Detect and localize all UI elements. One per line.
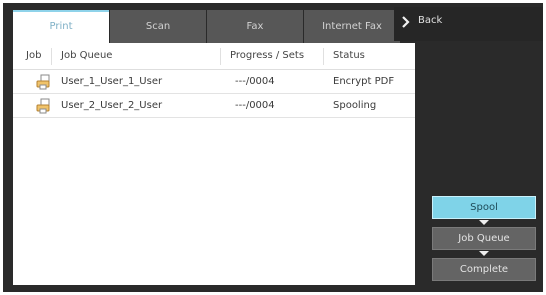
- tab-print[interactable]: Print: [13, 10, 109, 44]
- header-status: Status: [333, 50, 365, 61]
- job-queue-name: User_1_User_1_User: [61, 76, 163, 87]
- job-status: Spooling: [333, 100, 377, 111]
- spool-button[interactable]: Spool: [432, 196, 536, 219]
- complete-button[interactable]: Complete: [432, 258, 536, 281]
- table-row[interactable]: User_1_User_1_User ---/0004 Encrypt PDF: [13, 70, 415, 94]
- job-queue-table: Job Job Queue Progress / Sets Status Use…: [13, 43, 415, 285]
- job-progress: ---/0004: [235, 100, 275, 111]
- tab-internet-fax[interactable]: Internet Fax: [304, 10, 400, 43]
- table-header: Job Job Queue Progress / Sets Status: [13, 43, 415, 70]
- job-progress: ---/0004: [235, 76, 275, 87]
- job-status-screen: Print Scan Fax Internet Fax Back Job Job…: [3, 3, 543, 292]
- flow-arrow-icon: [479, 220, 489, 225]
- tab-fax[interactable]: Fax: [207, 10, 303, 43]
- column-divider: [51, 48, 52, 65]
- back-label: Back: [418, 15, 443, 26]
- print-job-icon: [36, 98, 50, 114]
- print-job-icon: [36, 74, 50, 90]
- header-job: Job: [26, 50, 42, 61]
- tab-scan[interactable]: Scan: [110, 10, 206, 43]
- column-divider: [220, 48, 221, 65]
- flow-arrow-icon: [479, 251, 489, 256]
- header-job-queue: Job Queue: [61, 50, 113, 61]
- column-divider: [323, 48, 324, 65]
- chevron-right-icon: [402, 16, 410, 28]
- job-status: Encrypt PDF: [333, 76, 395, 87]
- back-button[interactable]: Back: [394, 7, 543, 41]
- job-queue-name: User_2_User_2_User: [61, 100, 163, 111]
- job-queue-button[interactable]: Job Queue: [432, 227, 536, 250]
- table-row[interactable]: User_2_User_2_User ---/0004 Spooling: [13, 94, 415, 118]
- header-progress: Progress / Sets: [230, 50, 305, 61]
